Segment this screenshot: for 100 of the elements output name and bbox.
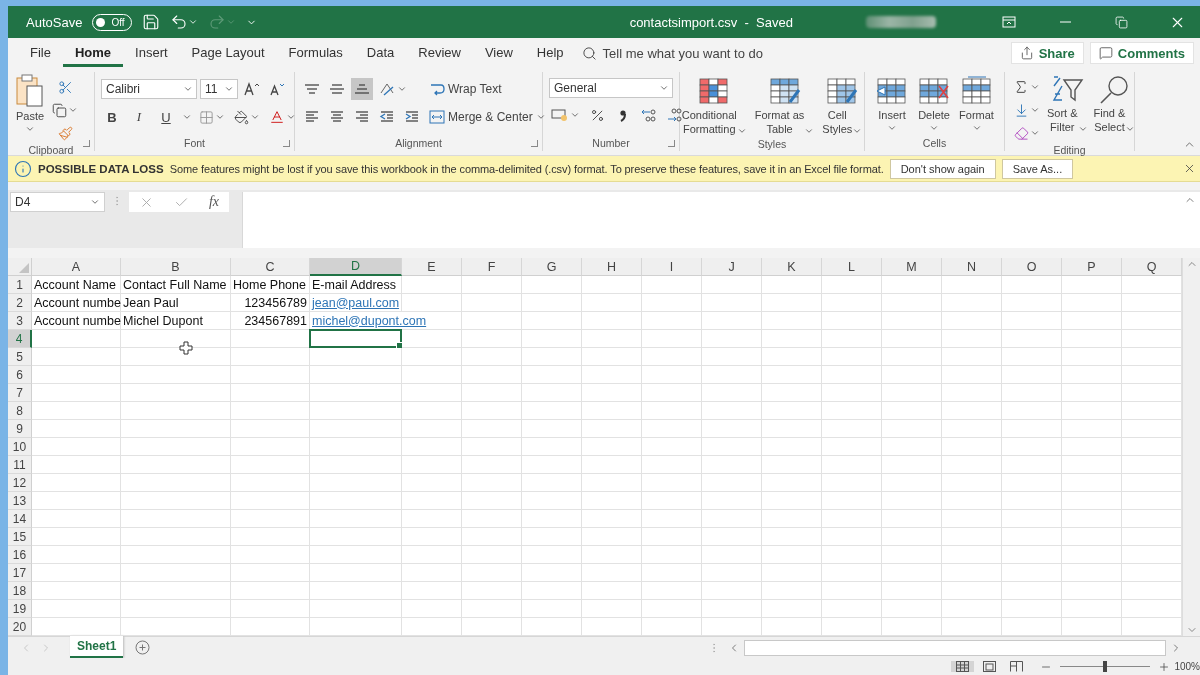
table-cell[interactable]	[1002, 312, 1062, 330]
table-cell[interactable]	[1062, 492, 1122, 510]
dialog-launcher-icon[interactable]	[531, 140, 538, 147]
table-cell[interactable]	[642, 492, 702, 510]
comments-button[interactable]: Comments	[1089, 42, 1194, 64]
table-cell[interactable]	[822, 528, 882, 546]
table-cell[interactable]	[702, 546, 762, 564]
table-cell[interactable]	[582, 366, 642, 384]
select-all-icon[interactable]	[19, 263, 29, 273]
table-cell[interactable]	[231, 492, 310, 510]
table-cell[interactable]	[231, 474, 310, 492]
table-cell[interactable]	[642, 330, 702, 348]
table-cell[interactable]	[762, 312, 822, 330]
table-cell[interactable]	[942, 474, 1002, 492]
table-cell[interactable]	[32, 492, 121, 510]
table-cell[interactable]: 234567891	[231, 312, 310, 330]
table-cell[interactable]	[822, 492, 882, 510]
ribbon-button[interactable]: Format	[958, 74, 995, 135]
table-cell[interactable]	[462, 456, 522, 474]
table-cell[interactable]	[310, 402, 402, 420]
font-size-field[interactable]: 11	[200, 79, 238, 99]
table-cell[interactable]	[522, 456, 582, 474]
table-cell[interactable]	[462, 564, 522, 582]
table-cell[interactable]	[121, 456, 231, 474]
vertical-align-button[interactable]	[351, 78, 373, 100]
insert-function-button[interactable]: fx	[208, 194, 219, 210]
table-cell[interactable]	[1062, 600, 1122, 618]
table-cell[interactable]	[310, 510, 402, 528]
table-cell[interactable]	[702, 294, 762, 312]
table-cell[interactable]	[642, 402, 702, 420]
ribbon-button[interactable]: Find & Select	[1092, 72, 1137, 144]
table-cell[interactable]: Michel Dupont	[121, 312, 231, 330]
table-cell[interactable]	[1062, 510, 1122, 528]
table-cell[interactable]	[462, 312, 522, 330]
table-cell[interactable]	[642, 420, 702, 438]
table-cell[interactable]	[762, 582, 822, 600]
table-cell[interactable]	[702, 312, 762, 330]
table-cell[interactable]	[231, 528, 310, 546]
table-cell[interactable]	[402, 492, 462, 510]
table-cell[interactable]	[822, 384, 882, 402]
table-cell[interactable]	[642, 600, 702, 618]
table-cell[interactable]	[762, 366, 822, 384]
table-cell[interactable]	[462, 348, 522, 366]
table-cell[interactable]	[1002, 492, 1062, 510]
table-cell[interactable]	[522, 582, 582, 600]
table-cell[interactable]	[822, 546, 882, 564]
table-cell[interactable]	[1062, 402, 1122, 420]
column-header[interactable]: F	[462, 258, 522, 276]
table-cell[interactable]: Jean Paul	[121, 294, 231, 312]
table-cell[interactable]	[942, 456, 1002, 474]
table-cell[interactable]	[942, 546, 1002, 564]
table-cell[interactable]	[231, 600, 310, 618]
table-cell[interactable]	[882, 582, 942, 600]
table-cell[interactable]	[1002, 330, 1062, 348]
table-cell[interactable]	[32, 456, 121, 474]
table-cell[interactable]	[310, 366, 402, 384]
table-cell[interactable]	[1002, 420, 1062, 438]
table-cell[interactable]	[582, 330, 642, 348]
table-cell[interactable]	[1002, 474, 1062, 492]
table-cell[interactable]	[462, 474, 522, 492]
table-cell[interactable]	[762, 528, 822, 546]
table-cell[interactable]	[882, 420, 942, 438]
add-sheet-icon[interactable]	[135, 640, 151, 655]
table-cell[interactable]	[121, 600, 231, 618]
name-box[interactable]: D4	[10, 192, 105, 212]
table-cell[interactable]	[402, 564, 462, 582]
table-cell[interactable]	[642, 582, 702, 600]
info-button[interactable]: Don't show again	[889, 158, 996, 179]
table-cell[interactable]	[522, 492, 582, 510]
table-cell[interactable]	[402, 546, 462, 564]
table-cell[interactable]	[822, 294, 882, 312]
table-cell[interactable]	[310, 492, 402, 510]
table-cell[interactable]	[582, 294, 642, 312]
table-cell[interactable]	[402, 438, 462, 456]
table-cell[interactable]	[942, 528, 1002, 546]
table-cell[interactable]	[882, 474, 942, 492]
menu-tab[interactable]: File	[18, 39, 63, 67]
table-cell[interactable]	[1062, 384, 1122, 402]
table-cell[interactable]	[702, 528, 762, 546]
table-cell[interactable]	[942, 600, 1002, 618]
table-cell[interactable]	[121, 402, 231, 420]
table-cell[interactable]	[942, 402, 1002, 420]
table-cell[interactable]	[582, 546, 642, 564]
ribbon-button[interactable]: Insert	[874, 74, 911, 135]
table-cell[interactable]	[762, 276, 822, 294]
row-header[interactable]: 19	[8, 600, 32, 618]
table-cell[interactable]	[702, 276, 762, 294]
row-header[interactable]: 15	[8, 528, 32, 546]
table-cell[interactable]	[822, 510, 882, 528]
email-link[interactable]: michel@dupont.com	[312, 313, 427, 328]
table-cell[interactable]	[942, 492, 1002, 510]
table-cell[interactable]: Account numbe	[32, 312, 121, 330]
table-cell[interactable]	[121, 438, 231, 456]
table-cell[interactable]	[882, 312, 942, 330]
table-cell[interactable]: 123456789	[231, 294, 310, 312]
column-header[interactable]: O	[1002, 258, 1062, 276]
paste-button[interactable]: Paste	[14, 72, 46, 144]
table-cell[interactable]	[882, 528, 942, 546]
table-cell[interactable]	[462, 276, 522, 294]
table-cell[interactable]	[762, 348, 822, 366]
